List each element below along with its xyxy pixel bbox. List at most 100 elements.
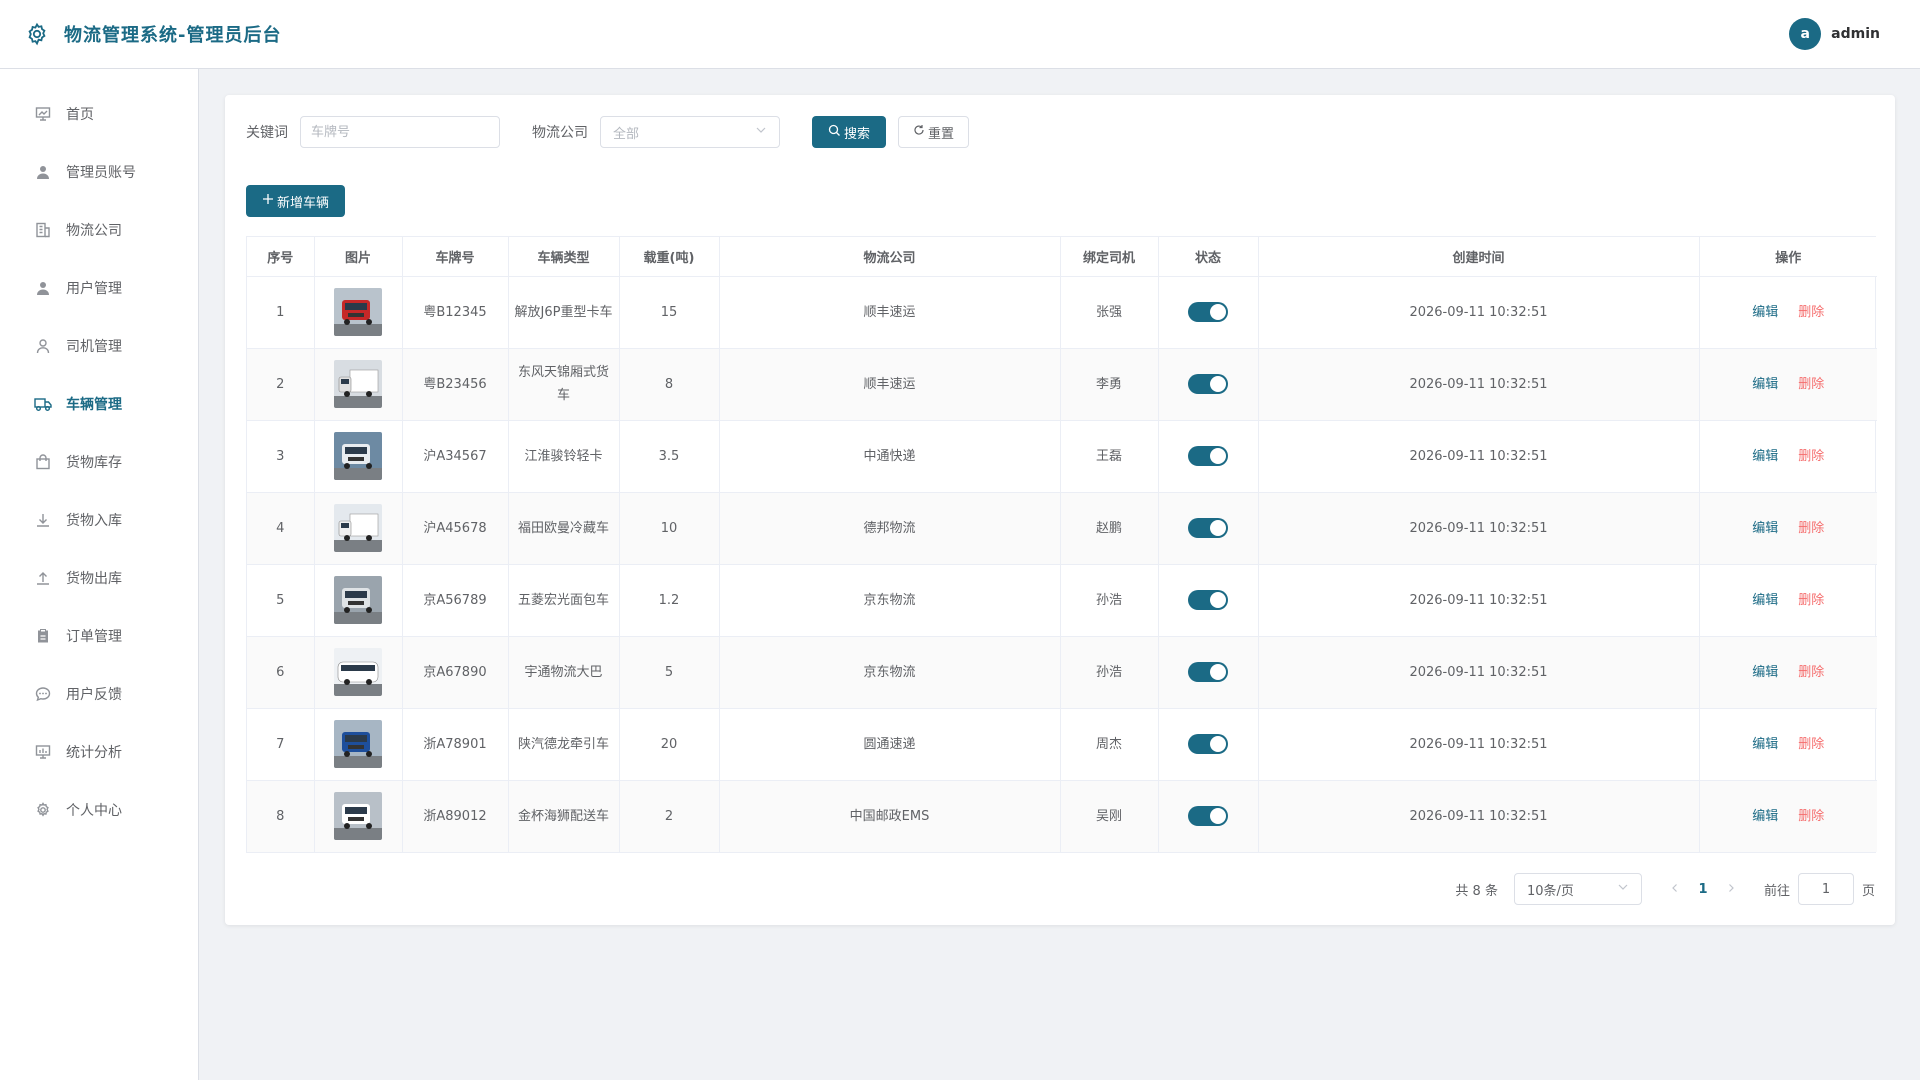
cell-image[interactable] (314, 276, 403, 349)
status-toggle[interactable] (1188, 662, 1228, 682)
table-row: 1 粤B12345 解放J6P重型卡车 15 顺丰速运 张强 2026-09-11 10:3… (247, 276, 1877, 349)
sidebar: 首页 管理员账号 物流公司用户管理司机管理 车辆管理 货物库存 货物入库 货物出库 订单管理用… (0, 69, 199, 1080)
sidebar-item-9[interactable]: 订单管理 (0, 607, 198, 665)
cell-driver: 孙浩 (1060, 636, 1159, 709)
sidebar-item-2[interactable]: 物流公司 (0, 201, 198, 259)
status-toggle[interactable] (1188, 590, 1228, 610)
cell-vehicle-type: 陕汽德龙牵引车 (508, 708, 620, 781)
column-header: 绑定司机 (1060, 237, 1159, 277)
sidebar-item-11[interactable]: 统计分析 (0, 723, 198, 781)
status-toggle[interactable] (1188, 734, 1228, 754)
cell-status (1158, 348, 1259, 421)
cell-image[interactable] (314, 420, 403, 493)
sidebar-item-label: 用户管理 (66, 281, 122, 297)
sidebar-item-3[interactable]: 用户管理 (0, 259, 198, 317)
cell-image[interactable] (314, 348, 403, 421)
edit-button[interactable]: 编辑 (1752, 449, 1778, 464)
status-toggle[interactable] (1188, 518, 1228, 538)
cell-actions: 编辑 删除 (1699, 420, 1877, 493)
delete-button[interactable]: 删除 (1798, 377, 1824, 392)
page-size-select[interactable]: 10条/页 (1513, 873, 1642, 905)
sidebar-item-6[interactable]: 货物库存 (0, 433, 198, 491)
cell-image[interactable] (314, 492, 403, 565)
delete-button[interactable]: 删除 (1798, 593, 1824, 608)
sidebar-item-1[interactable]: 管理员账号 (0, 143, 198, 201)
edit-button[interactable]: 编辑 (1752, 737, 1778, 752)
cell-created-time: 2026-09-11 10:32:51 (1258, 492, 1700, 565)
cell-plate: 沪A45678 (402, 492, 509, 565)
sidebar-item-12[interactable]: 个人中心 (0, 781, 198, 839)
prev-page-button[interactable] (1662, 882, 1688, 897)
username[interactable]: admin (1831, 26, 1880, 42)
delete-button[interactable]: 删除 (1798, 737, 1824, 752)
add-vehicle-button[interactable]: 新增车辆 (246, 185, 346, 217)
cell-image[interactable] (314, 780, 403, 852)
status-toggle[interactable] (1188, 806, 1228, 827)
avatar[interactable]: a (1789, 18, 1822, 50)
next-page-button[interactable] (1718, 882, 1744, 897)
cell-image[interactable] (314, 636, 403, 709)
sidebar-item-label: 用户反馈 (66, 687, 122, 703)
search-button[interactable]: 搜索 (812, 116, 887, 148)
page-number-current[interactable]: 1 (1688, 882, 1718, 897)
edit-button[interactable]: 编辑 (1752, 809, 1778, 824)
add-vehicle-label: 新增车辆 (277, 195, 330, 211)
brand: 物流管理系统-管理员后台 (24, 21, 281, 47)
sidebar-item-10[interactable]: 用户反馈 (0, 665, 198, 723)
cell-company: 顺丰速运 (719, 348, 1061, 421)
table-row: 8 浙A89012 金杯海狮配送车 2 中国邮政EMS 吴刚 2026-09-11 10:3… (247, 780, 1877, 852)
cell-company: 京东物流 (719, 564, 1061, 637)
delete-button[interactable]: 删除 (1798, 809, 1824, 824)
cell-actions: 编辑 删除 (1699, 780, 1877, 852)
status-toggle[interactable] (1188, 302, 1228, 322)
sidebar-item-5[interactable]: 车辆管理 (0, 375, 198, 433)
cell-index: 6 (247, 636, 315, 709)
cell-actions: 编辑 删除 (1699, 636, 1877, 709)
company-select[interactable]: 全部 (600, 116, 780, 148)
company-label: 物流公司 (532, 125, 588, 141)
sidebar-item-4[interactable]: 司机管理 (0, 317, 198, 375)
edit-button[interactable]: 编辑 (1752, 521, 1778, 536)
cell-index: 2 (247, 348, 315, 421)
delete-button[interactable]: 删除 (1798, 305, 1824, 320)
edit-button[interactable]: 编辑 (1752, 665, 1778, 680)
cell-driver: 张强 (1060, 276, 1159, 349)
cell-vehicle-type: 东风天锦厢式货车 (508, 348, 620, 421)
cell-driver: 周杰 (1060, 708, 1159, 781)
cell-plate: 粤B12345 (402, 276, 509, 349)
chat-icon (34, 685, 52, 703)
table-row: 2 粤B23456 东风天锦厢式货车 8 顺丰速运 李勇 2026-09-11 10:32:… (247, 348, 1877, 421)
goto-page-input[interactable] (1797, 873, 1854, 905)
sidebar-item-8[interactable]: 货物出库 (0, 549, 198, 607)
delete-button[interactable]: 删除 (1798, 521, 1824, 536)
delete-button[interactable]: 删除 (1798, 449, 1824, 464)
cell-image[interactable] (314, 708, 403, 781)
cell-plate: 京A56789 (402, 564, 509, 637)
cell-plate: 粤B23456 (402, 348, 509, 421)
refresh-icon (913, 124, 925, 140)
cell-driver: 吴刚 (1060, 780, 1159, 852)
sidebar-item-0[interactable]: 首页 (0, 85, 198, 143)
column-header: 载重(吨) (619, 237, 720, 277)
office-building-icon (34, 221, 52, 239)
delete-button[interactable]: 删除 (1798, 665, 1824, 680)
chevron-left-icon (1672, 883, 1677, 892)
edit-button[interactable]: 编辑 (1752, 593, 1778, 608)
column-header: 车辆类型 (508, 237, 620, 277)
sidebar-item-7[interactable]: 货物入库 (0, 491, 198, 549)
setting-icon (34, 801, 52, 819)
cell-driver: 赵鹏 (1060, 492, 1159, 565)
status-toggle[interactable] (1188, 374, 1228, 394)
edit-button[interactable]: 编辑 (1752, 305, 1778, 320)
cell-vehicle-type: 宇通物流大巴 (508, 636, 620, 709)
reset-button[interactable]: 重置 (898, 116, 970, 148)
sidebar-item-label: 统计分析 (66, 745, 122, 761)
user-menu[interactable]: a admin (1789, 18, 1880, 50)
cell-image[interactable] (314, 564, 403, 637)
cell-created-time: 2026-09-11 10:32:51 (1258, 348, 1700, 421)
status-toggle[interactable] (1188, 446, 1228, 466)
keyword-input[interactable] (300, 116, 500, 148)
vehicle-photo (334, 288, 382, 336)
cell-company: 顺丰速运 (719, 276, 1061, 349)
edit-button[interactable]: 编辑 (1752, 377, 1778, 392)
